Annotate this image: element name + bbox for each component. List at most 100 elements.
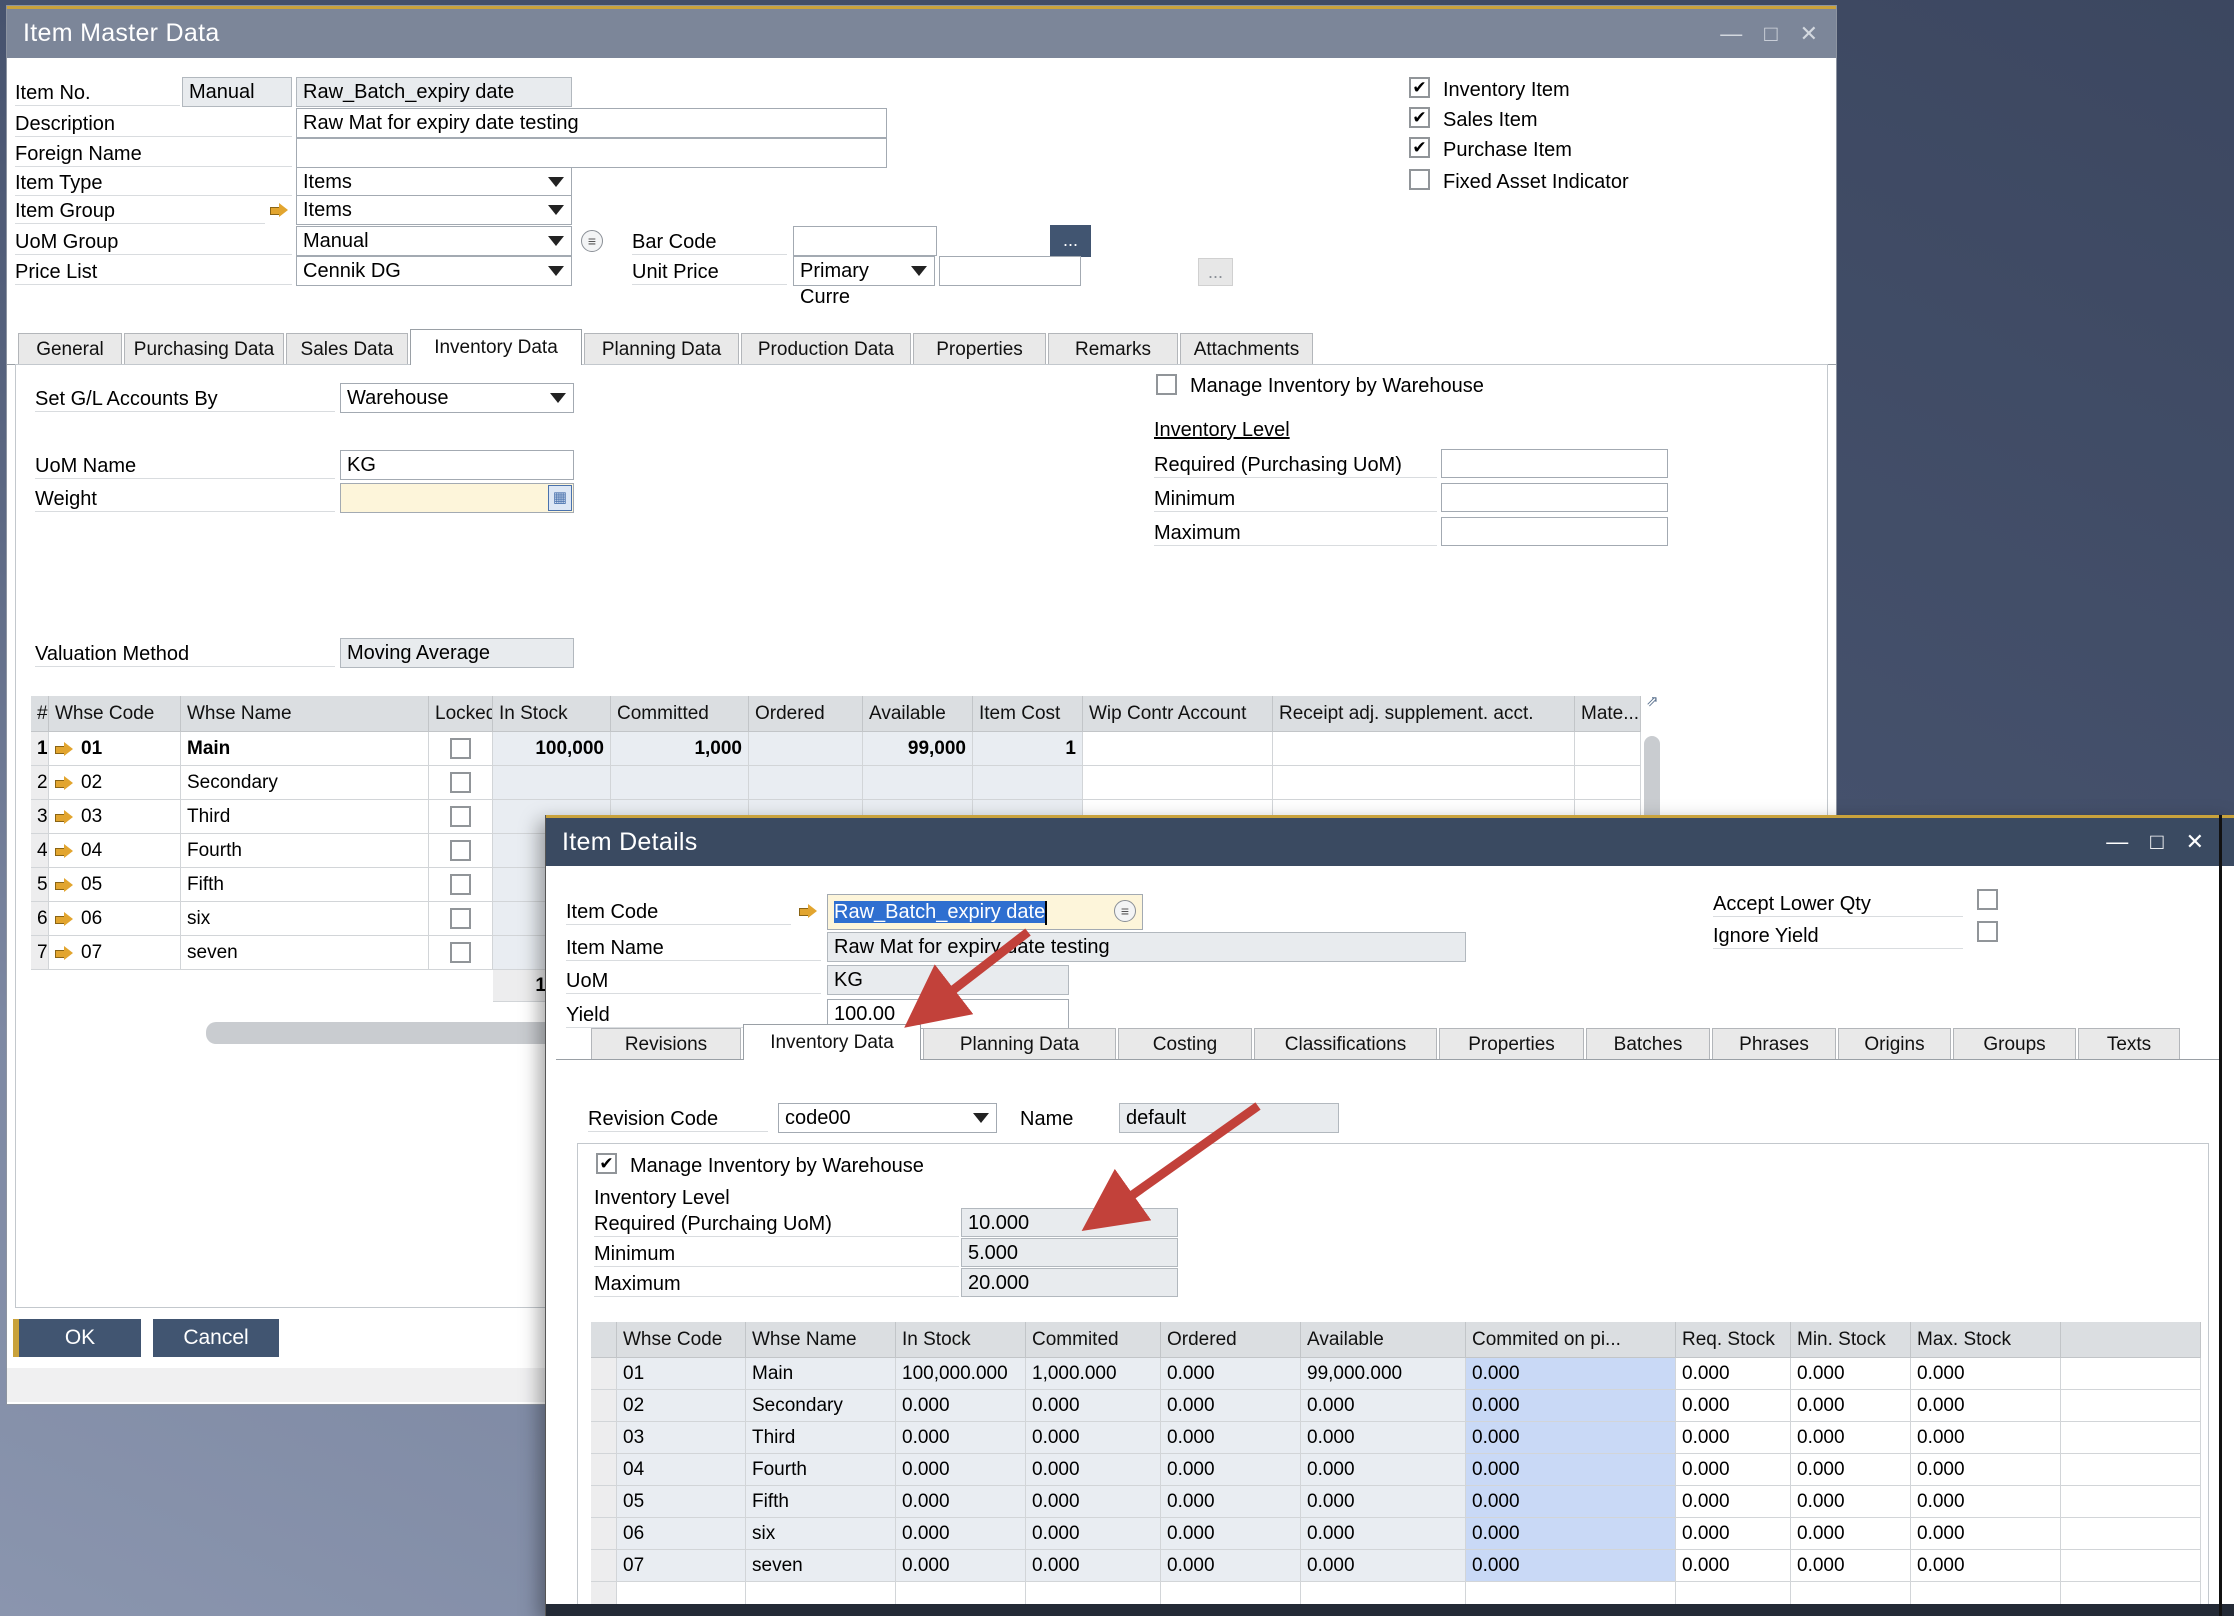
whse-code-cell[interactable]: 07 (617, 1550, 746, 1582)
commited-on-pi-cell[interactable]: 0.000 (1466, 1454, 1676, 1486)
item-group-dropdown[interactable]: Items (296, 195, 572, 225)
commited-cell[interactable]: 0.000 (1026, 1550, 1161, 1582)
column-header[interactable]: # (31, 696, 49, 732)
tab-purchasing-data[interactable]: Purchasing Data (124, 333, 284, 365)
required-input[interactable] (1441, 449, 1668, 478)
min-stock-cell[interactable]: 0.000 (1791, 1390, 1911, 1422)
whse-code-cell[interactable]: 07 (49, 936, 181, 970)
column-header[interactable]: Locked (429, 696, 493, 732)
whse-code-cell[interactable]: 04 (617, 1454, 746, 1486)
commited-on-pi-cell[interactable]: 0.000 (1466, 1358, 1676, 1390)
min-stock-cell[interactable]: 0.000 (1791, 1454, 1911, 1486)
column-header[interactable]: Receipt adj. supplement. acct. (1273, 696, 1575, 732)
item-class-checkbox[interactable] (1409, 77, 1430, 98)
column-header[interactable]: Whse Name (181, 696, 429, 732)
link-arrow-icon[interactable] (55, 912, 73, 926)
available-cell[interactable]: 0.000 (1301, 1518, 1466, 1550)
whse-code-cell[interactable]: 02 (49, 766, 181, 800)
column-header[interactable]: Req. Stock (1676, 1322, 1791, 1358)
req-stock-cell[interactable]: 0.000 (1676, 1358, 1791, 1390)
column-header[interactable]: Available (863, 696, 973, 732)
locked-checkbox[interactable] (450, 772, 471, 793)
in-stock-cell[interactable]: 0.000 (896, 1550, 1026, 1582)
whse-code-cell[interactable]: 03 (617, 1422, 746, 1454)
ordered-cell[interactable]: 0.000 (1161, 1454, 1301, 1486)
item-type-dropdown[interactable]: Items (296, 167, 572, 197)
link-arrow-icon[interactable] (55, 742, 73, 756)
maximum-input[interactable] (1441, 517, 1668, 546)
column-header[interactable]: Commited on pi... (1466, 1322, 1676, 1358)
item-no-field[interactable]: Raw_Batch_expiry date (296, 77, 572, 107)
tab-inventory-data[interactable]: Inventory Data (743, 1024, 921, 1060)
locked-checkbox[interactable] (450, 840, 471, 861)
commited-cell[interactable]: 0.000 (1026, 1518, 1161, 1550)
tab-attachments[interactable]: Attachments (1180, 333, 1313, 365)
tab-sales-data[interactable]: Sales Data (286, 333, 408, 365)
whse-code-cell[interactable]: 05 (49, 868, 181, 902)
whse-name-cell[interactable]: six (746, 1518, 896, 1550)
max-stock-cell[interactable]: 0.000 (1911, 1358, 2061, 1390)
locked-checkbox[interactable] (450, 806, 471, 827)
req-stock-cell[interactable]: 0.000 (1676, 1454, 1791, 1486)
commited-cell[interactable]: 0.000 (1026, 1486, 1161, 1518)
commited-on-pi-cell[interactable]: 0.000 (1466, 1486, 1676, 1518)
commited-cell[interactable]: 0.000 (1026, 1454, 1161, 1486)
in-stock-cell[interactable]: 0.000 (896, 1422, 1026, 1454)
valuation-method-field[interactable]: Moving Average (340, 638, 574, 668)
table-row[interactable]: 02Secondary0.0000.0000.0000.0000.0000.00… (591, 1390, 2201, 1422)
wip-contr-cell[interactable] (1083, 766, 1273, 800)
whse-code-cell[interactable]: 03 (49, 800, 181, 834)
whse-name-cell[interactable]: Secondary (746, 1390, 896, 1422)
in-stock-cell[interactable]: 0.000 (896, 1518, 1026, 1550)
tab-properties[interactable]: Properties (1439, 1028, 1584, 1060)
tab-batches[interactable]: Batches (1586, 1028, 1710, 1060)
in-stock-cell[interactable]: 100,000.000 (896, 1358, 1026, 1390)
item-details-title-bar[interactable]: Item Details — □ ✕ (546, 815, 2234, 866)
tab-origins[interactable]: Origins (1838, 1028, 1951, 1060)
maximize-icon[interactable]: □ (1764, 23, 1777, 45)
tab-costing[interactable]: Costing (1118, 1028, 1252, 1060)
receipt-adj-cell[interactable] (1273, 732, 1575, 766)
maximize-icon[interactable]: □ (2150, 831, 2163, 853)
req-stock-cell[interactable]: 0.000 (1676, 1518, 1791, 1550)
max-stock-cell[interactable]: 0.000 (1911, 1454, 2061, 1486)
manage-inventory-checkbox[interactable] (1156, 374, 1177, 395)
link-arrow-icon[interactable] (55, 844, 73, 858)
tab-phrases[interactable]: Phrases (1712, 1028, 1836, 1060)
ok-button[interactable]: OK (19, 1319, 141, 1357)
tab-general[interactable]: General (18, 333, 122, 365)
unit-price-currency-dropdown[interactable]: Primary Curre (793, 256, 935, 286)
tab-revisions[interactable]: Revisions (591, 1028, 741, 1060)
whse-code-cell[interactable]: 06 (49, 902, 181, 936)
table-row[interactable]: 202Secondary (31, 766, 1641, 800)
uom-name-input[interactable] (340, 450, 574, 480)
item-class-checkbox[interactable] (1409, 107, 1430, 128)
max-stock-cell[interactable]: 0.000 (1911, 1550, 2061, 1582)
revision-code-dropdown[interactable]: code00 (778, 1103, 997, 1133)
whse-name-cell[interactable]: Fourth (746, 1454, 896, 1486)
req-stock-cell[interactable]: 0.000 (1676, 1486, 1791, 1518)
column-header[interactable]: Committed (611, 696, 749, 732)
tab-planning-data[interactable]: Planning Data (584, 333, 739, 365)
ordered-cell[interactable]: 0.000 (1161, 1358, 1301, 1390)
item-no-mode-field[interactable]: Manual (182, 77, 292, 107)
item-master-title-bar[interactable]: Item Master Data — □ ✕ (7, 6, 1836, 58)
locked-checkbox[interactable] (450, 942, 471, 963)
table-row[interactable]: 06six0.0000.0000.0000.0000.0000.0000.000… (591, 1518, 2201, 1550)
available-cell[interactable]: 0.000 (1301, 1390, 1466, 1422)
whse-code-cell[interactable]: 01 (617, 1358, 746, 1390)
locked-checkbox[interactable] (450, 908, 471, 929)
commited-cell[interactable]: 1,000.000 (1026, 1358, 1161, 1390)
max-stock-cell[interactable]: 0.000 (1911, 1486, 2061, 1518)
calculator-icon[interactable]: ▦ (548, 485, 572, 511)
commited-cell[interactable]: 0.000 (1026, 1390, 1161, 1422)
whse-name-cell[interactable]: Main (746, 1358, 896, 1390)
locked-checkbox[interactable] (450, 874, 471, 895)
req-stock-cell[interactable]: 0.000 (1676, 1422, 1791, 1454)
available-cell[interactable]: 0.000 (1301, 1422, 1466, 1454)
valid-values-icon[interactable]: ≡ (1114, 900, 1136, 922)
column-header[interactable]: Item Cost (973, 696, 1083, 732)
tab-texts[interactable]: Texts (2078, 1028, 2180, 1060)
set-gl-accounts-dropdown[interactable]: Warehouse (340, 383, 574, 413)
ordered-cell[interactable]: 0.000 (1161, 1422, 1301, 1454)
